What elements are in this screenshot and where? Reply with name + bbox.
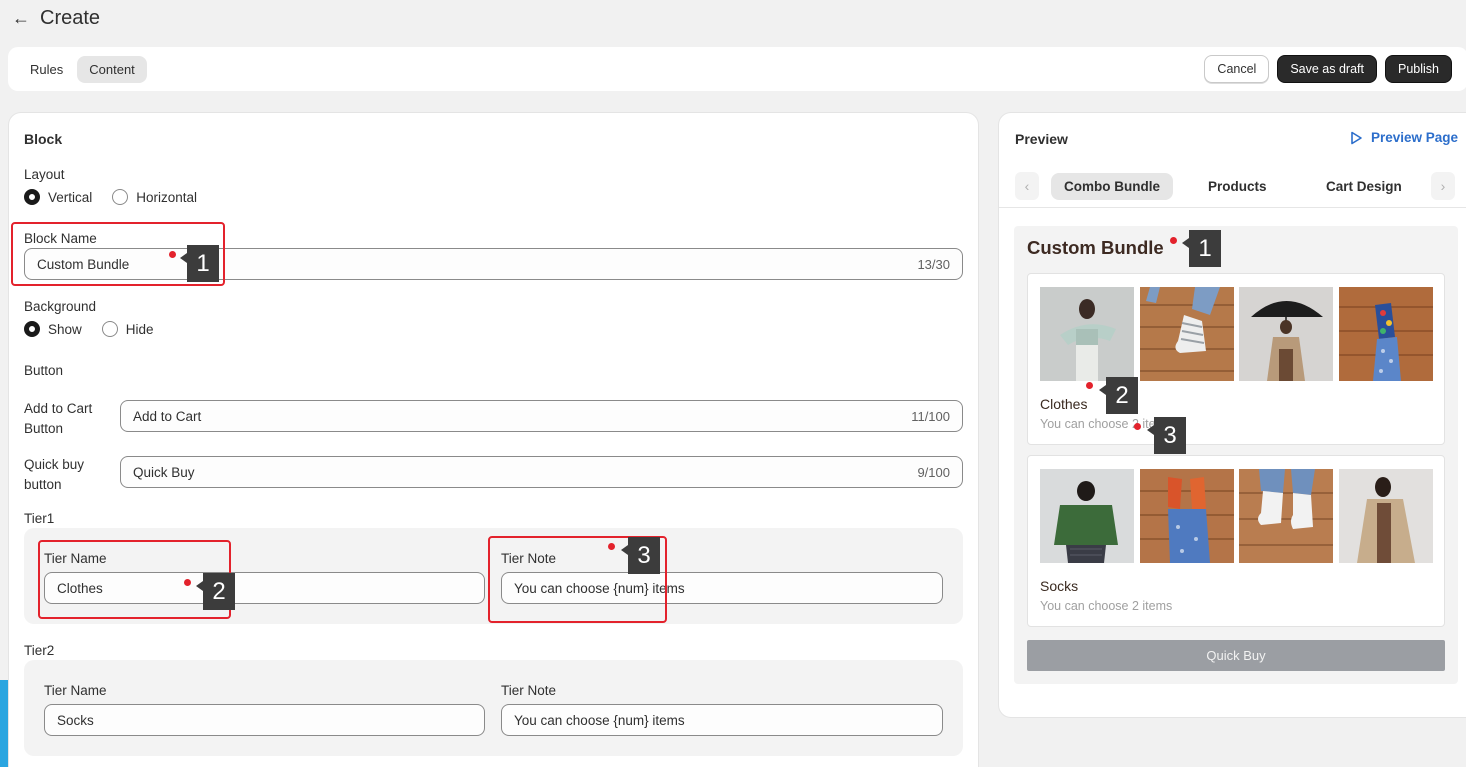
preview-card: Preview Preview Page ‹ Combo Bundle Prod… [999, 113, 1466, 717]
annotation-dot [1086, 382, 1093, 389]
radio-checked-icon[interactable] [24, 321, 40, 337]
annotation-marker-2-preview: 2 [1099, 377, 1138, 414]
button-section-label: Button [24, 363, 64, 378]
product-image-striped-socks[interactable] [1140, 287, 1234, 381]
preview-quick-buy-button[interactable]: Quick Buy [1027, 640, 1445, 671]
top-bar: Rules Content Cancel Save as draft Publi… [8, 47, 1466, 91]
annotation-dot [184, 579, 191, 586]
tab-rules[interactable]: Rules [18, 56, 75, 83]
play-icon [1351, 131, 1362, 144]
left-edge-strip [0, 680, 9, 767]
product-image-woman-umbrella[interactable] [1239, 287, 1333, 381]
tier2-name-input[interactable]: Socks [44, 704, 485, 736]
chevron-left-icon[interactable]: ‹ [1015, 172, 1039, 200]
save-draft-button[interactable]: Save as draft [1277, 55, 1377, 83]
annotation-marker-1-preview: 1 [1182, 230, 1221, 267]
tier2-note-label: Tier Note [501, 683, 557, 698]
product-image-woman-white-outfit[interactable] [1040, 287, 1134, 381]
layout-horizontal-label: Horizontal [136, 189, 198, 205]
preview-tab-combo-bundle[interactable]: Combo Bundle [1051, 173, 1173, 200]
layout-horizontal-option[interactable]: Horizontal [112, 189, 197, 205]
quick-buy-value: Quick Buy [133, 464, 195, 480]
radio-checked-icon[interactable] [24, 189, 40, 205]
page-header: ← Create [12, 4, 100, 32]
publish-button[interactable]: Publish [1385, 55, 1452, 83]
add-to-cart-input[interactable]: Add to Cart 11/100 [120, 400, 963, 432]
back-arrow-icon[interactable]: ← [12, 8, 30, 29]
quick-buy-count: 9/100 [917, 464, 950, 480]
tab-content[interactable]: Content [77, 55, 147, 83]
block-name-count: 13/30 [917, 256, 950, 272]
quick-buy-label-line2: button [24, 477, 62, 492]
tier2-box: Tier Name Socks Tier Note You can choose… [24, 660, 963, 756]
tier1-label: Tier1 [24, 511, 55, 526]
background-show-option[interactable]: Show [24, 321, 82, 337]
add-to-cart-value: Add to Cart [133, 408, 202, 424]
preview-tab-products[interactable]: Products [1195, 173, 1280, 200]
add-to-cart-label-line2: Button [24, 421, 64, 436]
cancel-button[interactable]: Cancel [1204, 55, 1270, 83]
tier2-note-value: You can choose {num} items [514, 712, 685, 728]
annotation-marker-3: 3 [621, 537, 660, 574]
layout-radio-group: Vertical Horizontal [24, 189, 209, 205]
quick-buy-label: Quick buy button [24, 455, 84, 495]
bundle-title: Custom Bundle [1027, 237, 1164, 258]
page-title: Create [40, 6, 101, 29]
tier2-name-label: Tier Name [44, 683, 107, 698]
annotation-dot [169, 251, 176, 258]
annotation-dot [608, 543, 615, 550]
preview-bundle-area: Custom Bundle Clothes You can choose 2 i… [1014, 226, 1458, 684]
add-to-cart-count: 11/100 [911, 408, 950, 424]
annotation-marker-2: 2 [196, 573, 235, 610]
product-image-woman-green-jacket[interactable] [1040, 469, 1134, 563]
tier2-label: Tier2 [24, 643, 55, 658]
product-image-white-socks[interactable] [1239, 469, 1333, 563]
add-to-cart-label-line1: Add to Cart [24, 401, 93, 416]
radio-unchecked-icon[interactable] [112, 189, 129, 205]
preview-page-link[interactable]: Preview Page [1349, 130, 1458, 145]
quick-buy-input[interactable]: Quick Buy 9/100 [120, 456, 963, 488]
layout-label: Layout [24, 167, 65, 182]
background-hide-label: Hide [125, 321, 154, 337]
tier2-note-input[interactable]: You can choose {num} items [501, 704, 943, 736]
quick-buy-label-line1: Quick buy [24, 457, 85, 472]
annotation-marker-1: 1 [180, 245, 219, 282]
background-radio-group: Show Hide [24, 321, 166, 337]
preview-tab-cart-design[interactable]: Cart Design [1313, 173, 1415, 200]
preview-tier2-note: You can choose 2 items [1040, 599, 1173, 613]
annotation-dot [1170, 237, 1177, 244]
preview-tier1-name: Clothes [1040, 396, 1088, 412]
preview-title: Preview [1015, 131, 1068, 147]
product-image-woman-trench-coat[interactable] [1339, 469, 1433, 563]
preview-tier2-name: Socks [1040, 578, 1079, 594]
block-settings-card: Block Layout Vertical Horizontal Block N… [9, 113, 978, 767]
tabs-divider [999, 207, 1466, 208]
preview-tier1-card: Clothes You can choose 2 items [1027, 273, 1445, 445]
preview-tier2-card: Socks You can choose 2 items [1027, 455, 1445, 627]
radio-unchecked-icon[interactable] [101, 321, 118, 337]
preview-page-label: Preview Page [1371, 130, 1459, 145]
product-image-orange-socks[interactable] [1140, 469, 1234, 563]
block-title: Block [24, 131, 63, 147]
layout-vertical-option[interactable]: Vertical [24, 189, 92, 205]
chevron-right-icon[interactable]: › [1431, 172, 1455, 200]
add-to-cart-label: Add to Cart Button [24, 399, 92, 439]
annotation-dot [1134, 423, 1141, 430]
product-image-patterned-socks[interactable] [1339, 287, 1433, 381]
action-buttons: Cancel Save as draft Publish [1204, 55, 1452, 83]
background-show-label: Show [48, 321, 82, 337]
background-hide-option[interactable]: Hide [101, 321, 154, 337]
background-label: Background [24, 299, 97, 314]
layout-vertical-label: Vertical [48, 189, 93, 205]
annotation-marker-3-preview: 3 [1147, 417, 1186, 454]
tier2-name-value: Socks [57, 712, 94, 728]
